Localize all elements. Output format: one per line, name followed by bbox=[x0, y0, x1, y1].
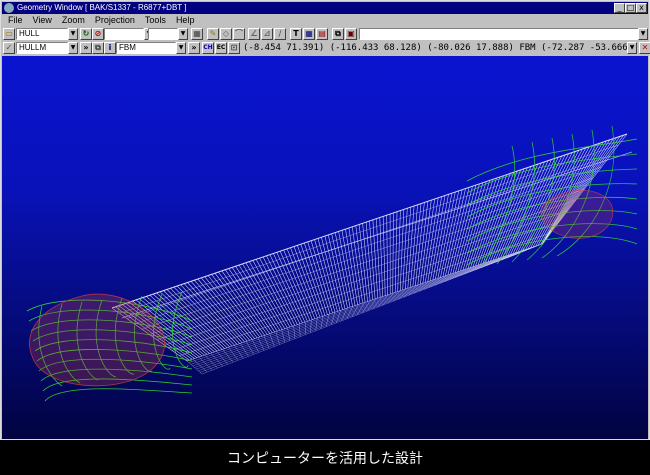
bottom-mesh-line bbox=[186, 243, 543, 362]
grid-table-icon[interactable]: ▦ bbox=[303, 28, 315, 40]
checkmark-icon[interactable]: ✓ bbox=[3, 42, 15, 54]
hull-longitudinal-line bbox=[164, 210, 568, 346]
ec-button[interactable]: EC bbox=[215, 42, 227, 54]
command-chevron-icon[interactable]: ▼ bbox=[638, 28, 648, 40]
hull-longitudinal-line bbox=[171, 221, 560, 351]
app-icon bbox=[4, 3, 14, 13]
hull-model-chevron-icon[interactable]: ▼ bbox=[68, 42, 78, 54]
hull-model-field[interactable]: HULLM bbox=[16, 42, 68, 54]
menu-help[interactable]: Help bbox=[172, 14, 199, 26]
hull-longitudinal-line bbox=[179, 232, 551, 356]
toolbar-2: ✓ HULLM ▼ » ⧉ i FBM ▼ » CH EC ⊡ (-8.454 … bbox=[2, 41, 650, 55]
menu-file[interactable]: File bbox=[4, 14, 27, 26]
forward-icon[interactable]: » bbox=[80, 42, 92, 54]
geometry-viewport[interactable] bbox=[2, 56, 648, 439]
layer-field[interactable]: FBM bbox=[116, 42, 176, 54]
caption: コンピューターを活用した設計 bbox=[227, 451, 423, 467]
layers-icon[interactable]: ⧉ bbox=[92, 42, 104, 54]
title-bar: Geometry Window [ BAK/S1337 - R6877+DBT … bbox=[2, 2, 648, 14]
surface-icon[interactable]: ◇ bbox=[220, 28, 232, 40]
combo-b-chevron-icon[interactable]: ▼ bbox=[178, 28, 188, 40]
coords-chevron-icon[interactable]: ▼ bbox=[627, 42, 637, 54]
window-title: Geometry Window [ BAK/S1337 - R6877+DBT … bbox=[17, 3, 187, 12]
maximize-button[interactable]: □ bbox=[625, 3, 636, 13]
combo-b-field[interactable] bbox=[148, 28, 178, 40]
curve-icon[interactable]: ⌒ bbox=[233, 28, 245, 40]
menu-tools[interactable]: Tools bbox=[141, 14, 170, 26]
grid-lines-icon[interactable]: ▦ bbox=[191, 28, 203, 40]
menu-zoom[interactable]: Zoom bbox=[58, 14, 89, 26]
object-name-field[interactable]: HULL bbox=[16, 28, 68, 40]
command-field[interactable] bbox=[359, 28, 639, 40]
pen-icon[interactable]: ✎ bbox=[207, 28, 219, 40]
info-icon[interactable]: i bbox=[104, 42, 116, 54]
ch-button[interactable]: CH bbox=[202, 42, 214, 54]
slope-icon[interactable]: ∕ bbox=[274, 28, 286, 40]
refresh-icon[interactable]: ↻ bbox=[80, 28, 92, 40]
toolbar-1: ▭ HULL ▼ ↻ ⊘ ▼ ▼ ▦ ✎ ◇ ⌒ ∠ ⊿ ∕ T ▦ ▤ ⧉ ▣… bbox=[2, 27, 648, 41]
target-icon[interactable]: ⊡ bbox=[228, 42, 240, 54]
coordinate-readout: (-8.454 71.391) (-116.433 68.128) (-80.0… bbox=[243, 43, 634, 53]
hull-longitudinal-line bbox=[156, 199, 577, 341]
section-icon[interactable]: ▤ bbox=[316, 28, 328, 40]
geometry-window: Geometry Window [ BAK/S1337 - R6877+DBT … bbox=[0, 0, 650, 440]
bow-bulb-outline bbox=[29, 293, 165, 387]
bow-contour-line bbox=[44, 388, 193, 402]
open-folder-icon[interactable]: ▭ bbox=[3, 28, 15, 40]
cancel-icon[interactable]: ⊘ bbox=[92, 28, 104, 40]
minimize-button[interactable]: _ bbox=[614, 3, 625, 13]
menu-projection[interactable]: Projection bbox=[91, 14, 139, 26]
object-dropdown-chevron-icon[interactable]: ▼ bbox=[68, 28, 78, 40]
close-button[interactable]: x bbox=[636, 3, 647, 13]
measure-icon[interactable]: ⊿ bbox=[261, 28, 273, 40]
angle-icon[interactable]: ∠ bbox=[248, 28, 260, 40]
bottom-mesh-line bbox=[192, 248, 531, 367]
hull-longitudinal-line bbox=[149, 188, 585, 335]
copy-icon[interactable]: ⧉ bbox=[332, 28, 344, 40]
tag-icon[interactable]: T bbox=[290, 28, 302, 40]
print-icon[interactable]: ▣ bbox=[345, 28, 357, 40]
next-icon[interactable]: » bbox=[188, 42, 200, 54]
close-x-icon[interactable]: ✕ bbox=[639, 42, 650, 54]
menu-bar: File View Zoom Projection Tools Help bbox=[2, 14, 648, 26]
layer-chevron-icon[interactable]: ▼ bbox=[176, 42, 186, 54]
hull-wireframe-model bbox=[26, 125, 638, 402]
combo-a-field[interactable] bbox=[104, 28, 144, 40]
menu-view[interactable]: View bbox=[29, 14, 56, 26]
